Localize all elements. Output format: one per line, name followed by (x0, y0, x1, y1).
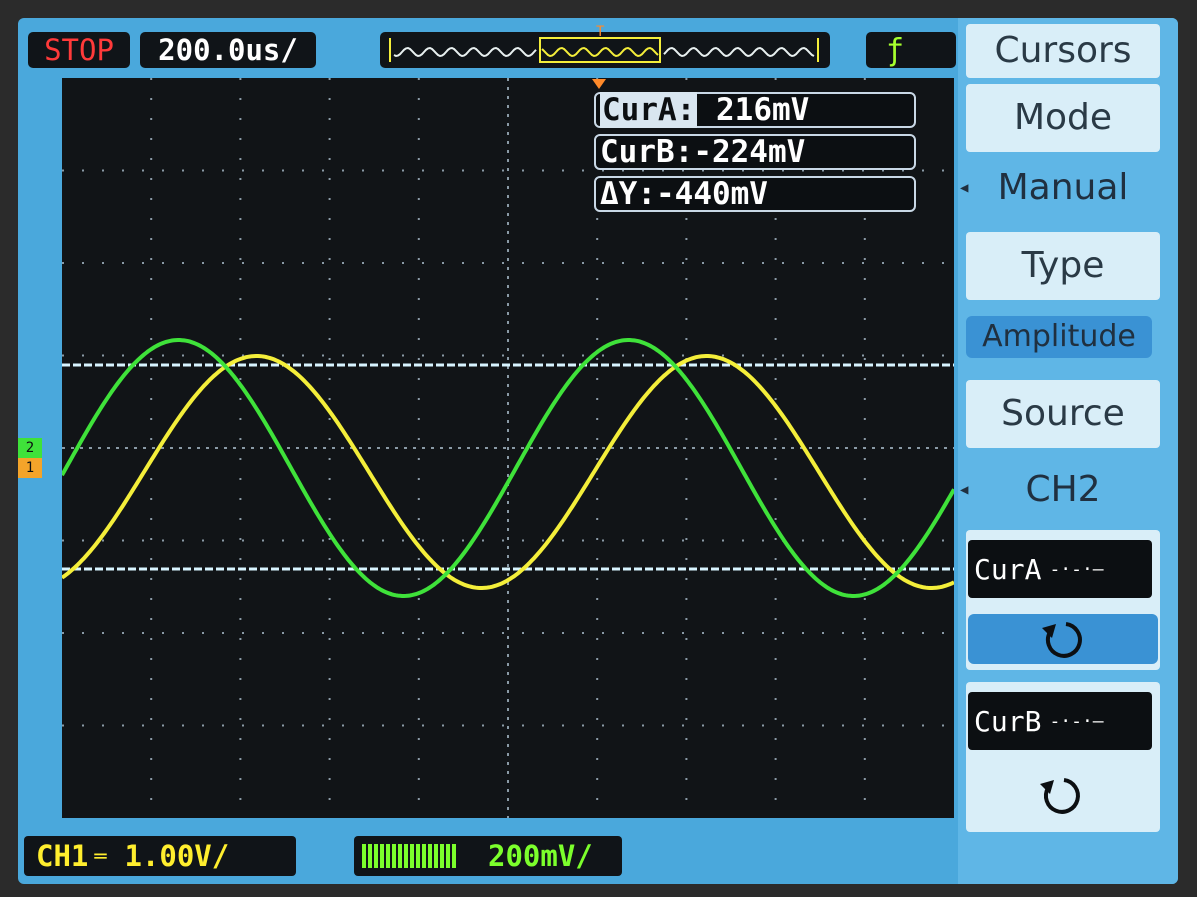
cursor-a-label: CurA: (600, 92, 698, 128)
svg-text:T: T (596, 24, 605, 38)
source-softkey-label[interactable]: Source (966, 380, 1160, 448)
ch1-scale: 1.00V/ (124, 839, 230, 873)
cursor-b-name: CurB (974, 704, 1042, 738)
trigger-edge-icon: ƒ (886, 32, 905, 68)
delta-y-readout: ΔY:-440mV (594, 176, 916, 212)
timebase-readout: 200.0us/ (140, 32, 316, 68)
cursor-a-label-box: CurA -·-·— (968, 540, 1152, 598)
dc-coupling-icon: ═ (94, 844, 107, 868)
menu-title: Cursors (966, 24, 1160, 78)
cursor-a-value: 216mV (697, 92, 810, 128)
cursor-b-line-icon: -·-·— (1049, 710, 1104, 732)
cursor-a-readout: CurA: 216mV (594, 92, 916, 128)
ch2-ground-marker: 2 (18, 438, 42, 458)
cursor-a-line-icon: -·-·— (1049, 558, 1104, 580)
ch1-label: CH1 (36, 839, 89, 873)
scope-bezel: STOP 200.0us/ T ƒ 2 1 CurA: 216mV CurB:-… (0, 0, 1197, 897)
mode-softkey-label[interactable]: Mode (966, 84, 1160, 152)
type-softkey-value[interactable]: Amplitude (966, 316, 1152, 358)
trigger-edge-indicator: ƒ (866, 32, 956, 68)
cursor-a-softkey[interactable]: CurA -·-·— (966, 530, 1160, 670)
cursor-a-knob-area[interactable] (968, 614, 1158, 664)
softkey-menu: Cursors Mode ◀ Manual Type Amplitude Sou… (958, 18, 1178, 884)
cursor-b-label-box: CurB -·-·— (968, 692, 1152, 750)
cursor-a-name: CurA (974, 552, 1042, 586)
trigger-level-marker (592, 78, 606, 92)
type-softkey-label[interactable]: Type (966, 232, 1160, 300)
mode-softkey-value[interactable]: Manual (966, 154, 1160, 222)
ch2-scale-box[interactable]: 200mV/ (354, 836, 622, 876)
ch1-scale-box[interactable]: CH1 ═ 1.00V/ (24, 836, 296, 876)
ch1-trace (60, 354, 955, 590)
rotate-knob-icon (1040, 778, 1080, 814)
cursor-b-readout: CurB:-224mV (594, 134, 916, 170)
ch1-ground-marker: 1 (18, 458, 42, 478)
ch2-scale: 200mV/ (488, 839, 593, 873)
ch2-label-icon (362, 844, 458, 868)
run-state-indicator[interactable]: STOP (28, 32, 130, 68)
rotate-knob-icon (1042, 622, 1082, 658)
cursor-b-softkey[interactable]: CurB -·-·— (966, 682, 1160, 832)
source-softkey-value[interactable]: CH2 (966, 456, 1160, 524)
trigger-position-marker: T (593, 22, 609, 40)
scope-screen: STOP 200.0us/ T ƒ 2 1 CurA: 216mV CurB:-… (18, 18, 1178, 884)
